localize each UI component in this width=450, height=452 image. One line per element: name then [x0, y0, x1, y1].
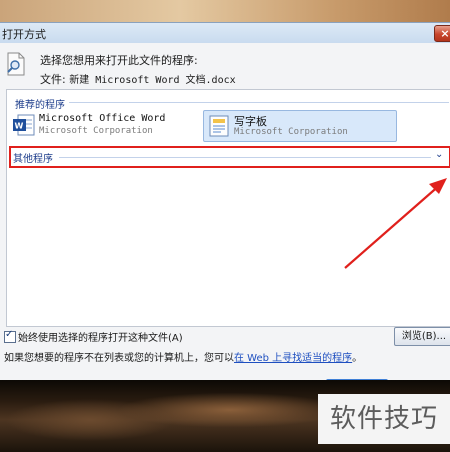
recommended-divider	[69, 102, 449, 103]
wordpad-icon	[209, 115, 229, 137]
window-title: 打开方式	[2, 28, 46, 41]
program-publisher: Microsoft Corporation	[39, 126, 153, 136]
word-icon: W	[13, 114, 35, 136]
always-use-checkbox[interactable]	[4, 329, 16, 343]
program-item-wordpad[interactable]: 写字板 Microsoft Corporation	[203, 110, 397, 142]
always-use-row[interactable]: 始终使用选择的程序打开这种文件(A)	[4, 329, 183, 344]
file-line: 文件: 新建 Microsoft Word 文档.docx	[40, 71, 236, 87]
svg-text:W: W	[15, 122, 24, 131]
program-publisher: Microsoft Corporation	[234, 127, 348, 137]
chevron-down-icon[interactable]: ⌄	[435, 149, 443, 160]
always-use-label: 始终使用选择的程序打开这种文件(A)	[18, 333, 183, 344]
dialog-body: 选择您想用来打开此文件的程序: 文件: 新建 Microsoft Word 文档…	[0, 43, 450, 400]
web-search-link[interactable]: 在 Web 上寻找适当的程序	[234, 353, 352, 364]
program-item-word[interactable]: W Microsoft Office Word Microsoft Corpor…	[9, 110, 205, 140]
hint-text: 如果您想要的程序不在列表或您的计算机上，您可以在 Web 上寻找适当的程序。	[4, 349, 362, 364]
open-with-dialog: 打开方式 × 选择您想用来打开此文件的程序: 文件: 新建 Microsoft …	[0, 22, 450, 400]
browse-button[interactable]: 浏览(B)...	[394, 327, 450, 346]
file-name: 新建 Microsoft Word 文档.docx	[69, 75, 236, 86]
recommended-header: 推荐的程序	[15, 100, 65, 111]
other-programs-divider	[59, 157, 431, 158]
file-label: 文件:	[40, 73, 70, 86]
hint-suffix: 。	[352, 353, 363, 364]
hint-prefix: 如果您想要的程序不在列表或您的计算机上，您可以	[4, 353, 234, 364]
file-search-icon	[7, 52, 25, 76]
watermark: 软件技巧	[318, 394, 450, 444]
desktop-background-top	[0, 0, 450, 22]
program-name: Microsoft Office Word	[39, 113, 166, 124]
program-list[interactable]: 推荐的程序 W Microsoft Office Word Microsoft …	[6, 89, 450, 327]
close-button[interactable]: ×	[434, 25, 450, 42]
other-programs-header: 其他程序	[13, 154, 53, 165]
other-programs-row[interactable]: 其他程序 ⌄	[9, 146, 450, 168]
annotation-arrow	[344, 178, 447, 269]
prompt-text: 选择您想用来打开此文件的程序:	[40, 54, 198, 67]
title-bar: 打开方式 ×	[0, 23, 450, 43]
